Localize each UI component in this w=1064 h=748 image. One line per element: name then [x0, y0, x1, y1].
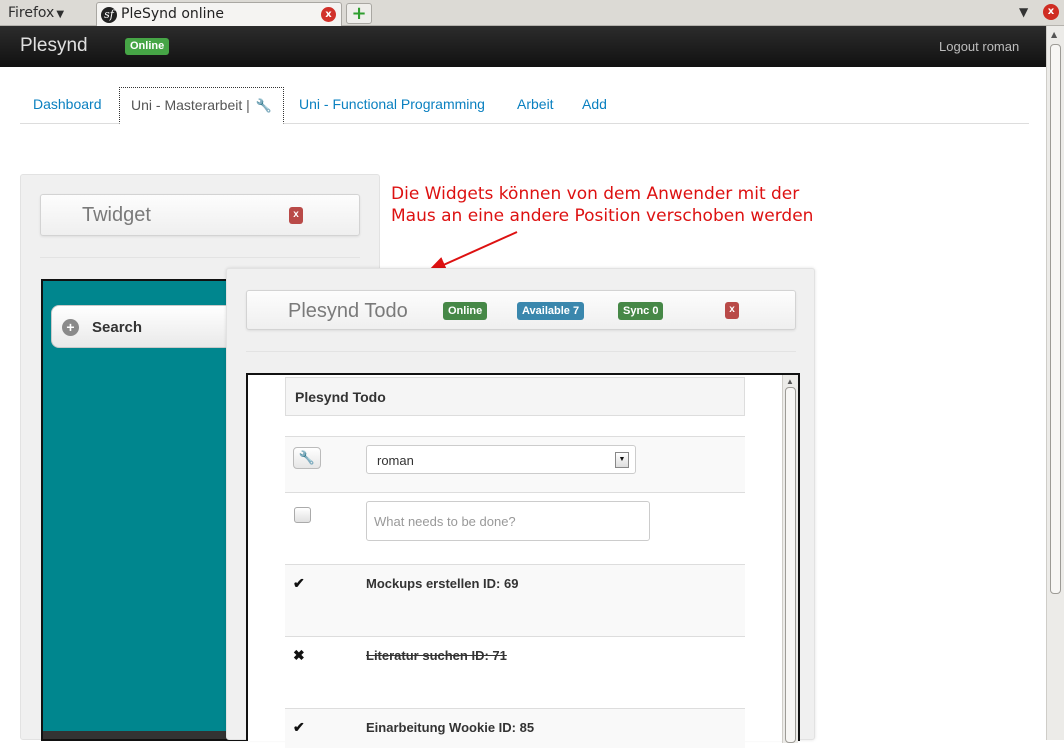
cross-icon[interactable]: ✖ [293, 647, 305, 664]
tab-dashboard[interactable]: Dashboard [33, 96, 102, 112]
browser-tab-title: PleSynd online [121, 6, 225, 22]
todo-iframe: Plesynd Todo 🔧 roman ▼ What needs to be … [246, 373, 800, 748]
user-select[interactable]: roman ▼ [366, 445, 636, 474]
twidget-header[interactable]: Twidget x [40, 194, 360, 236]
new-todo-row: What needs to be done? [285, 492, 745, 564]
page-scrollbar[interactable]: ▲ [1046, 26, 1064, 740]
tab-add[interactable]: Add [582, 96, 607, 112]
checkmark-icon[interactable]: ✔ [293, 575, 305, 592]
todo-item[interactable]: ✖ Literatur suchen ID: 71 [285, 636, 745, 708]
widget-title: Twidget [82, 204, 151, 226]
scroll-up-icon[interactable]: ▲ [1051, 30, 1057, 39]
todo-item[interactable]: ✔ Einarbeitung Wookie ID: 85 [285, 708, 745, 748]
iframe-scrollbar[interactable]: ▲ [782, 375, 798, 743]
scroll-up-icon[interactable]: ▲ [786, 377, 794, 386]
symfony-favicon-icon: sf [101, 7, 117, 23]
settings-wrench-button[interactable]: 🔧 [293, 447, 321, 469]
logout-link[interactable]: Logout roman [939, 39, 1019, 54]
todo-widget-header[interactable]: Plesynd Todo Online Available 7 Sync 0 x [246, 290, 796, 330]
tab-label: Uni - Masterarbeit | [131, 97, 250, 113]
close-window-icon[interactable]: x [1043, 4, 1059, 20]
todo-widget[interactable]: Plesynd Todo Online Available 7 Sync 0 x… [226, 268, 815, 748]
scrollbar-thumb[interactable] [785, 387, 796, 743]
tab-list-dropdown-icon[interactable]: ▼ [1019, 5, 1028, 19]
search-label: Search [92, 319, 143, 336]
close-tab-icon[interactable]: x [321, 7, 336, 22]
wrench-icon[interactable]: 🔧 [256, 98, 272, 114]
new-tab-button[interactable]: + [346, 3, 372, 24]
available-badge: Available 7 [517, 302, 585, 320]
todo-item[interactable]: ✔ Mockups erstellen ID: 69 [285, 564, 745, 636]
chevron-down-icon[interactable]: ▼ [615, 452, 629, 468]
todo-app-title: Plesynd Todo [285, 377, 745, 416]
toggle-all-checkbox[interactable] [294, 507, 311, 523]
firefox-menu-label: Firefox [8, 5, 55, 21]
new-todo-input[interactable]: What needs to be done? [366, 501, 650, 541]
online-badge: Online [443, 302, 488, 320]
tab-uni-functional-programming[interactable]: Uni - Functional Programming [299, 96, 485, 112]
dashboard-tabs: Dashboard Uni - Masterarbeit | 🔧 Uni - F… [20, 86, 1029, 124]
divider [40, 257, 360, 258]
annotation-line: Maus an eine andere Position verschoben … [391, 206, 814, 226]
app-navbar: Plesynd Online Logout roman [0, 26, 1064, 67]
annotation-text: Die Widgets können von dem Anwender mit … [391, 183, 851, 227]
settings-row: 🔧 roman ▼ [285, 436, 745, 492]
plus-circle-icon: + [62, 319, 79, 336]
firefox-menu-button[interactable]: Firefox ▼ [8, 5, 64, 21]
brand-logo[interactable]: Plesynd [20, 35, 88, 57]
browser-toolbar: Firefox ▼ sf PleSynd online x + ▼ x [0, 0, 1064, 26]
divider [246, 351, 796, 352]
close-widget-button[interactable]: x [725, 302, 739, 319]
todo-item-text: Mockups erstellen ID: 69 [366, 576, 519, 591]
checkmark-icon[interactable]: ✔ [293, 719, 305, 736]
sync-badge: Sync 0 [618, 302, 664, 320]
annotation-line: Die Widgets können von dem Anwender mit … [391, 184, 800, 204]
status-badge: Online [125, 38, 170, 55]
tab-uni-masterarbeit[interactable]: Uni - Masterarbeit | 🔧 [119, 87, 284, 124]
scrollbar-thumb[interactable] [1050, 44, 1061, 594]
widget-title: Plesynd Todo [288, 300, 408, 322]
chevron-down-icon: ▼ [56, 9, 65, 20]
browser-tab[interactable]: sf PleSynd online x [96, 2, 342, 26]
tab-arbeit[interactable]: Arbeit [517, 96, 554, 112]
todo-item-text: Einarbeitung Wookie ID: 85 [366, 720, 535, 735]
todo-item-text: Literatur suchen ID: 71 [366, 648, 507, 663]
close-widget-button[interactable]: x [289, 207, 303, 224]
user-select-value: roman [377, 453, 414, 468]
